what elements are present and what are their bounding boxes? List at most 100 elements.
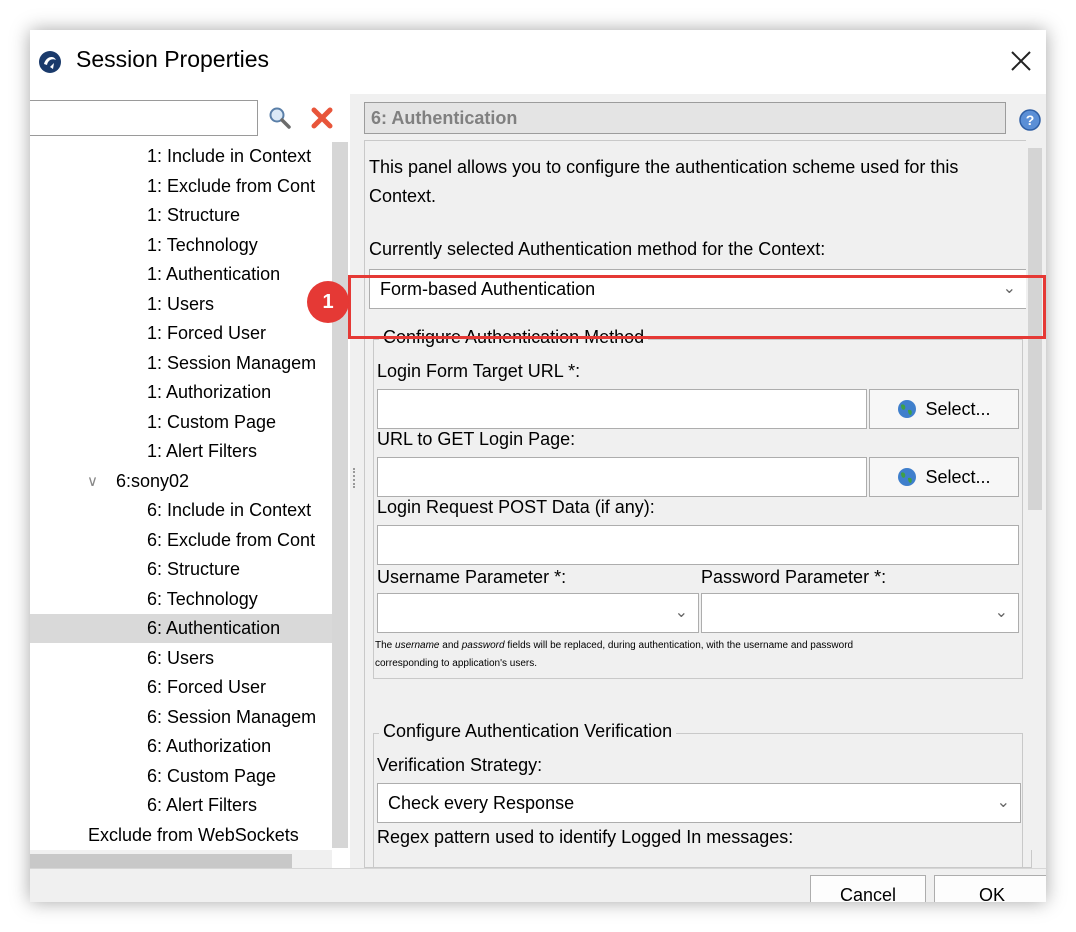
tree-item[interactable]: 1: Technology — [30, 231, 332, 260]
step-marker: 1 — [307, 281, 349, 323]
tree-item[interactable]: 1: Session Managem — [30, 349, 332, 378]
session-properties-dialog: Session Properties 1: Include in Context… — [30, 30, 1046, 902]
globe-icon — [898, 400, 917, 418]
svg-text:?: ? — [1026, 112, 1035, 128]
tree-item[interactable]: 6: Alert Filters — [30, 791, 332, 820]
cancel-button[interactable]: Cancel — [810, 875, 926, 902]
tree-item[interactable]: 6: Structure — [30, 555, 332, 584]
tree-item[interactable]: 1: Authentication — [30, 260, 332, 289]
tree-item-label: 6: Alert Filters — [147, 795, 258, 815]
tree-item[interactable]: 6: Technology — [30, 585, 332, 614]
get-login-label: URL to GET Login Page: — [377, 429, 576, 449]
tree-item[interactable]: 1: Structure — [30, 201, 332, 230]
tree-item-label: 1: Users — [147, 293, 215, 314]
tree-item[interactable]: 1: Users — [30, 290, 332, 319]
pane-splitter[interactable] — [350, 94, 364, 868]
tree-item-label: 6: Exclude from Cont — [147, 529, 316, 550]
tree-item-label: 1: Include in Context — [147, 146, 312, 166]
tree-item[interactable]: 6: Authorization — [30, 732, 332, 761]
verification-legend: Configure Authentication Verification — [379, 721, 677, 742]
chevron-down-icon: ⌄ — [674, 604, 688, 621]
globe-icon — [898, 468, 917, 486]
parameter-note-line2: corresponding to application's users. — [375, 658, 538, 669]
ok-button[interactable]: OK — [934, 875, 1046, 902]
context-tree-pane: 1: Include in Context 1: Exclude from Con… — [30, 94, 350, 868]
tree-item[interactable]: 1: Authorization — [30, 378, 332, 407]
username-param-label: Username Parameter *: — [377, 567, 567, 587]
post-data-input[interactable] — [377, 525, 1019, 565]
panel-content: This panel allows you to configure the a… — [364, 140, 1032, 868]
tree-item-label: 1: Authentication — [147, 264, 281, 284]
tree-search-input[interactable] — [30, 100, 258, 136]
tree-item-label: 1: Alert Filters — [147, 441, 258, 461]
tree-item-label: 6: Include in Context — [147, 500, 312, 520]
authentication-method-select[interactable]: Form-based Authentication ⌄ — [369, 269, 1027, 309]
verification-strategy-label: Verification Strategy: — [377, 755, 543, 775]
tree-item[interactable]: ∨ 6:sony02 — [30, 467, 332, 496]
tree-item[interactable]: 6: Forced User — [30, 673, 332, 702]
tree-item[interactable]: 6: Users — [30, 644, 332, 673]
context-tree: 1: Include in Context 1: Exclude from Con… — [30, 142, 332, 848]
tree-item[interactable]: 1: Exclude from Cont — [30, 172, 332, 201]
tree-item-label: 6:sony02 — [116, 470, 190, 491]
tree-item-label: 6: Technology — [147, 588, 258, 609]
tree-horizontal-scrollbar[interactable] — [30, 850, 332, 868]
tree-item[interactable]: 6: Include in Context — [30, 496, 332, 525]
regex-label: Regex pattern used to identify Logged In… — [377, 827, 794, 847]
close-icon[interactable] — [1006, 46, 1036, 76]
window-title: Session Properties — [76, 46, 270, 72]
zap-app-icon — [38, 50, 62, 74]
tree-item-label: 1: Exclude from Cont — [147, 175, 316, 196]
configure-method-legend: Configure Authentication Method — [379, 327, 649, 348]
chevron-down-icon: ⌄ — [994, 604, 1008, 621]
panel-title: 6: Authentication — [364, 102, 1006, 134]
dialog-button-bar: Cancel OK — [30, 868, 1046, 902]
get-login-page-input[interactable] — [377, 457, 867, 497]
tree-item-label: 1: Authorization — [147, 382, 272, 402]
tree-item-label: 1: Forced User — [147, 323, 267, 343]
tree-item-label: 1: Custom Page — [147, 411, 277, 432]
tree-item[interactable]: 1: Forced User — [30, 319, 332, 348]
tree-item[interactable]: 6: Exclude from Cont — [30, 526, 332, 555]
tree-item[interactable]: 1: Custom Page — [30, 408, 332, 437]
tree-item-label: 1: Session Managem — [147, 352, 317, 373]
panel-vertical-scrollbar[interactable] — [1026, 140, 1044, 850]
tree-item-label: 6: Authentication — [147, 618, 281, 638]
tree-item-label: 6: Authorization — [147, 736, 272, 756]
method-label: Currently selected Authentication method… — [369, 239, 826, 259]
tree-item[interactable]: Exclude from WebSockets — [30, 821, 332, 849]
authentication-method-value: Form-based Authentication — [380, 279, 596, 299]
tree-item-label: 6: Forced User — [147, 677, 267, 697]
tree-item-label: 6: Users — [147, 647, 215, 668]
tree-item[interactable]: 6: Session Managem — [30, 703, 332, 732]
search-icon[interactable] — [268, 106, 292, 130]
tree-item-label: 6: Structure — [147, 559, 241, 579]
password-param-select[interactable]: ⌄ — [701, 593, 1019, 633]
panel-description: This panel allows you to configure the a… — [369, 157, 959, 206]
select-login-page-button[interactable]: Select... — [869, 457, 1019, 497]
tree-item[interactable]: 6: Custom Page — [30, 762, 332, 791]
title-bar: Session Properties — [30, 30, 1046, 94]
chevron-down-icon: ⌄ — [1002, 280, 1016, 297]
tree-item-label: 6: Custom Page — [147, 765, 277, 786]
tree-item[interactable]: 1: Include in Context — [30, 142, 332, 171]
chevron-down-icon[interactable]: ∨ — [87, 467, 98, 496]
tree-item[interactable]: 1: Alert Filters — [30, 437, 332, 466]
tree-item-label: 1: Technology — [147, 234, 258, 255]
help-icon[interactable]: ? — [1018, 108, 1042, 132]
login-target-url-input[interactable] — [377, 389, 867, 429]
password-param-label: Password Parameter *: — [701, 567, 887, 587]
parameter-note-line1: The username and password fields will be… — [375, 640, 854, 651]
post-data-label: Login Request POST Data (if any): — [377, 497, 655, 517]
tree-item-label: Exclude from WebSockets — [88, 824, 299, 845]
verification-strategy-select[interactable]: Check every Response ⌄ — [377, 783, 1021, 823]
tree-vertical-scrollbar[interactable] — [332, 142, 348, 848]
select-login-target-button[interactable]: Select... — [869, 389, 1019, 429]
authentication-panel: 6: Authentication ? This panel allows yo… — [364, 94, 1046, 868]
login-target-label: Login Form Target URL *: — [377, 361, 581, 381]
tree-item[interactable]: 6: Authentication — [30, 614, 332, 643]
tree-item-label: 6: Session Managem — [147, 706, 317, 727]
tree-item-label: 1: Structure — [147, 205, 241, 225]
clear-search-icon[interactable] — [310, 106, 334, 130]
username-param-select[interactable]: ⌄ — [377, 593, 699, 633]
